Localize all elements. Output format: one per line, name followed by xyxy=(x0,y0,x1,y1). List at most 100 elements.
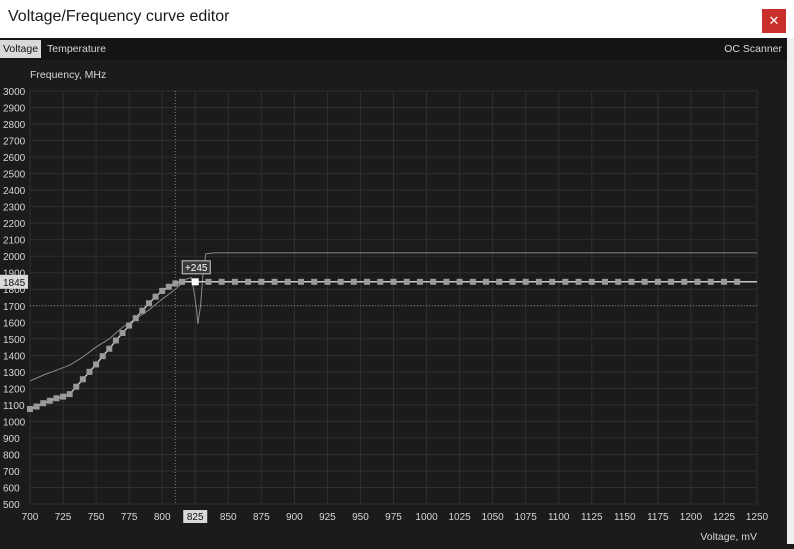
tab-temperature[interactable]: Temperature xyxy=(44,40,109,58)
curve-point[interactable] xyxy=(654,278,661,285)
curve-point[interactable] xyxy=(27,406,33,413)
curve-point[interactable] xyxy=(364,278,371,285)
curve-point[interactable] xyxy=(218,278,225,285)
x-tick-label: 775 xyxy=(121,512,138,523)
y-tick-label: 2300 xyxy=(3,203,26,214)
curve-point[interactable] xyxy=(641,278,648,285)
curve-point[interactable] xyxy=(311,278,318,285)
curve-point[interactable] xyxy=(231,278,238,285)
curve-point[interactable] xyxy=(66,391,73,398)
y-tick-label: 2900 xyxy=(3,104,26,115)
curve-point[interactable] xyxy=(73,383,80,390)
x-tick-label: 800 xyxy=(154,512,171,523)
y-tick-label: 2000 xyxy=(3,252,26,263)
curve-point[interactable] xyxy=(46,397,53,404)
curve-point[interactable] xyxy=(694,278,701,285)
curve-point[interactable] xyxy=(159,287,166,294)
badges: +245 1845 xyxy=(0,260,211,289)
curve-point[interactable] xyxy=(456,278,463,285)
close-icon: ✕ xyxy=(768,13,780,28)
curve-point[interactable] xyxy=(430,278,437,285)
x-tick-label: 1225 xyxy=(713,512,736,523)
curve-point[interactable] xyxy=(443,278,450,285)
curve-point[interactable] xyxy=(33,403,40,410)
curve-point[interactable] xyxy=(469,278,476,285)
curve-point[interactable] xyxy=(297,278,304,285)
curve-point[interactable] xyxy=(126,322,133,329)
curve-point[interactable] xyxy=(483,278,490,285)
curve-point[interactable] xyxy=(119,330,126,337)
curve-plot[interactable]: 500 600 700 800 900 1000 1100 1200 1300 1400 1500 1… xyxy=(0,60,787,544)
curve-point[interactable] xyxy=(615,278,622,285)
curve-point[interactable] xyxy=(99,353,106,360)
curve-point[interactable] xyxy=(205,278,212,285)
curve-point[interactable] xyxy=(535,278,542,285)
x-tick-label: 1075 xyxy=(515,512,538,523)
curve-point[interactable] xyxy=(172,280,179,287)
x-tick-label: 850 xyxy=(220,512,237,523)
curve-point[interactable] xyxy=(509,278,516,285)
curve-point[interactable] xyxy=(139,307,146,314)
x-tick-label: 750 xyxy=(88,512,105,523)
curve-point[interactable] xyxy=(245,278,252,285)
x-tick-label: 1100 xyxy=(548,512,570,523)
curve-point[interactable] xyxy=(601,278,608,285)
curve-point[interactable] xyxy=(496,278,503,285)
curve-point[interactable] xyxy=(145,300,152,307)
close-button[interactable]: ✕ xyxy=(762,9,786,33)
curve-point[interactable] xyxy=(112,337,119,344)
curve-point[interactable] xyxy=(416,278,423,285)
curve-points[interactable] xyxy=(27,278,741,413)
curve-point[interactable] xyxy=(152,293,159,300)
curve-point[interactable] xyxy=(390,278,397,285)
curve-point[interactable] xyxy=(628,278,635,285)
x-tick-label: 1200 xyxy=(680,512,703,523)
curve-point[interactable] xyxy=(350,278,357,285)
vf-curve-chart[interactable]: 500 600 700 800 900 1000 1100 1200 1300 1400 1500 1… xyxy=(0,60,787,544)
oc-scanner-button[interactable]: OC Scanner xyxy=(721,40,785,58)
curve-point[interactable] xyxy=(562,278,569,285)
x-tick-label: 1150 xyxy=(614,512,636,523)
curve-point[interactable] xyxy=(734,278,741,285)
curve-point[interactable] xyxy=(165,283,172,290)
y-tick-label: 2500 xyxy=(3,170,26,181)
curve-point[interactable] xyxy=(60,393,67,400)
curve-point[interactable] xyxy=(403,278,410,285)
curve-point[interactable] xyxy=(681,278,688,285)
curve-point[interactable] xyxy=(93,361,100,368)
y-axis-ticks: 500 600 700 800 900 1000 1100 1200 1300 1400 1500 1… xyxy=(3,87,26,511)
y-tick-label: 500 xyxy=(3,500,20,511)
curve-point[interactable] xyxy=(588,278,595,285)
curve-point[interactable] xyxy=(575,278,582,285)
y-tick-label: 1600 xyxy=(3,318,26,329)
curve-point[interactable] xyxy=(132,315,139,322)
curve-point[interactable] xyxy=(258,278,265,285)
x-tick-label: 925 xyxy=(319,512,336,523)
curve-point[interactable] xyxy=(53,395,60,402)
curve-point[interactable] xyxy=(79,376,86,383)
x-tick-label: 1050 xyxy=(482,512,505,523)
tab-voltage[interactable]: Voltage xyxy=(0,40,42,58)
curve-point[interactable] xyxy=(106,345,113,352)
curve-point[interactable] xyxy=(549,278,556,285)
curve-point[interactable] xyxy=(40,400,47,407)
y-tick-label: 900 xyxy=(3,434,20,445)
curve-point[interactable] xyxy=(337,278,344,285)
current-frequency-label: 1845 xyxy=(3,278,26,289)
curve-point[interactable] xyxy=(86,368,93,375)
curve-point[interactable] xyxy=(707,278,714,285)
curve-point[interactable] xyxy=(324,278,331,285)
curve-point[interactable] xyxy=(179,278,186,285)
x-tick-label: 1000 xyxy=(415,512,438,523)
x-axis-ticks: 700 725 750 775 800 825 850 875 900 925 950 975 1000… xyxy=(22,510,769,523)
curve-point[interactable] xyxy=(377,278,384,285)
curve-point[interactable] xyxy=(720,278,727,285)
curve-point[interactable] xyxy=(522,278,529,285)
selected-curve-point[interactable] xyxy=(191,278,199,286)
x-tick-label: 825 xyxy=(187,512,204,523)
title-bar: Voltage/Frequency curve editor ✕ xyxy=(0,0,794,38)
y-axis-label: Frequency, MHz xyxy=(30,69,106,81)
curve-point[interactable] xyxy=(668,278,675,285)
curve-point[interactable] xyxy=(271,278,278,285)
curve-point[interactable] xyxy=(284,278,291,285)
